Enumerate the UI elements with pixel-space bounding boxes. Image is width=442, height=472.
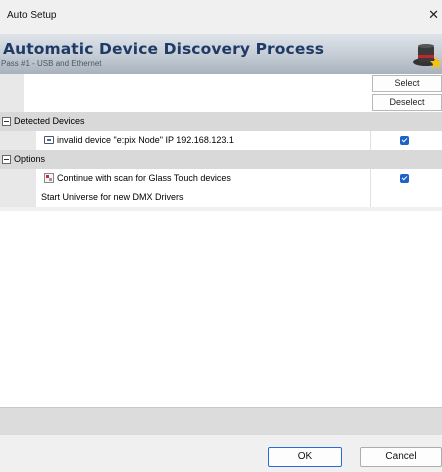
select-button[interactable]: Select bbox=[372, 75, 442, 92]
page-title: Automatic Device Discovery Process bbox=[3, 40, 325, 58]
header-banner: Automatic Device Discovery Process Pass … bbox=[0, 34, 442, 74]
glass-touch-checkbox[interactable] bbox=[400, 174, 409, 183]
select-row: Select bbox=[0, 74, 442, 93]
group-detected-devices[interactable]: Detected Devices bbox=[0, 112, 442, 131]
status-bar bbox=[0, 407, 442, 435]
network-device-icon bbox=[44, 136, 54, 144]
group-options[interactable]: Options bbox=[0, 150, 442, 169]
list-item[interactable]: Start Universe for new DMX Drivers bbox=[0, 188, 442, 207]
list-item[interactable]: Continue with scan for Glass Touch devic… bbox=[0, 169, 442, 188]
device-checkbox[interactable] bbox=[400, 136, 409, 145]
page-subtitle: Pass #1 - USB and Ethernet bbox=[1, 59, 102, 68]
deselect-row: Deselect bbox=[0, 93, 442, 112]
option-label: Continue with scan for Glass Touch devic… bbox=[57, 173, 231, 183]
title-bar: Auto Setup ✕ bbox=[0, 0, 442, 32]
list-item[interactable]: invalid device "e:pix Node" IP 192.168.1… bbox=[0, 131, 442, 150]
list-empty-area bbox=[0, 211, 442, 407]
cancel-button[interactable]: Cancel bbox=[360, 447, 442, 467]
window-title: Auto Setup bbox=[7, 10, 57, 21]
collapse-icon[interactable] bbox=[2, 117, 11, 126]
close-icon[interactable]: ✕ bbox=[428, 7, 439, 23]
group-label: Detected Devices bbox=[14, 116, 85, 126]
collapse-icon[interactable] bbox=[2, 155, 11, 164]
magician-hat-icon bbox=[413, 44, 442, 69]
option-label: Start Universe for new DMX Drivers bbox=[41, 192, 184, 202]
glass-touch-icon bbox=[44, 173, 54, 183]
footer: OK Cancel bbox=[0, 435, 442, 472]
deselect-button[interactable]: Deselect bbox=[372, 94, 442, 111]
group-label: Options bbox=[14, 154, 46, 164]
device-label: invalid device "e:pix Node" IP 192.168.1… bbox=[57, 135, 234, 145]
ok-button[interactable]: OK bbox=[268, 447, 342, 467]
